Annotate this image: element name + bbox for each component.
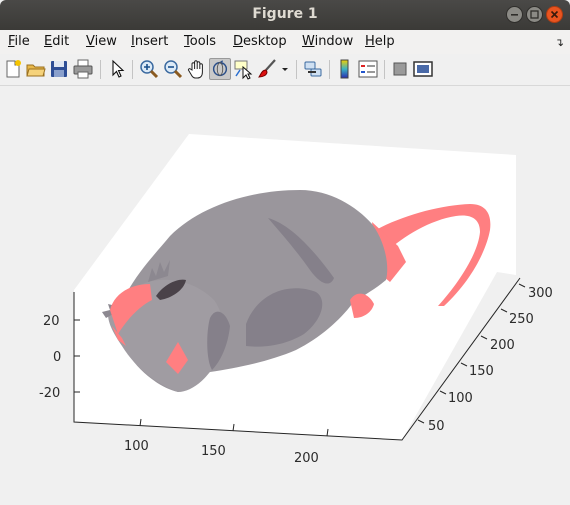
toolbar-separator xyxy=(329,60,330,79)
show-plot-tools-icon[interactable] xyxy=(412,58,434,80)
menu-insert[interactable]: Insert xyxy=(131,34,168,49)
z-tick-label: 20 xyxy=(43,314,60,329)
legend-icon[interactable] xyxy=(357,58,379,80)
close-button[interactable] xyxy=(546,6,563,23)
data-cursor-icon[interactable] xyxy=(233,58,255,80)
menu-bar: File Edit View Insert Tools Desktop Wind… xyxy=(0,30,570,54)
toolbar-separator xyxy=(132,60,133,79)
window-title: Figure 1 xyxy=(252,6,318,22)
hide-plot-tools-icon[interactable] xyxy=(389,58,411,80)
open-file-icon[interactable] xyxy=(25,58,47,80)
menu-edit[interactable]: Edit xyxy=(44,34,69,49)
maximize-button[interactable] xyxy=(526,6,543,23)
menu-help[interactable]: Help xyxy=(365,34,395,49)
close-icon xyxy=(550,10,559,19)
toolbar-separator xyxy=(384,60,385,79)
figure-toolbar xyxy=(0,54,570,86)
x-tick-label: 200 xyxy=(294,451,319,466)
minimize-icon xyxy=(511,14,518,16)
z-tick-label: -20 xyxy=(39,386,60,401)
y-tick-label: 300 xyxy=(528,286,553,301)
pointer-icon[interactable] xyxy=(106,58,128,80)
toolbar-separator xyxy=(100,60,101,79)
y-tick-label: 50 xyxy=(428,419,445,434)
y-tick-label: 100 xyxy=(448,391,473,406)
print-icon[interactable] xyxy=(72,58,94,80)
x-tick-label: 100 xyxy=(124,439,149,454)
save-icon[interactable] xyxy=(48,58,70,80)
menu-tools[interactable]: Tools xyxy=(184,34,216,49)
z-tick-label: 0 xyxy=(53,350,61,365)
y-tick-label: 200 xyxy=(490,338,515,353)
menu-file[interactable]: File xyxy=(8,34,30,49)
y-tick-label: 250 xyxy=(509,312,534,327)
x-tick-label: 150 xyxy=(201,444,226,459)
pan-icon[interactable] xyxy=(186,58,208,80)
new-figure-icon[interactable] xyxy=(2,58,24,80)
dock-arrow-icon[interactable]: ↴ xyxy=(555,36,564,49)
figure-canvas[interactable]: 100 150 200 50 100 150 200 250 300 20 0 xyxy=(0,86,570,505)
menu-desktop[interactable]: Desktop xyxy=(233,34,287,49)
maximize-icon xyxy=(530,10,539,19)
brush-dropdown-icon[interactable] xyxy=(279,58,291,80)
rotate-3d-icon[interactable] xyxy=(209,58,231,80)
menu-window[interactable]: Window xyxy=(302,34,353,49)
title-bar[interactable]: Figure 1 xyxy=(0,0,570,30)
minimize-button[interactable] xyxy=(506,6,523,23)
link-plot-icon[interactable] xyxy=(302,58,324,80)
menu-view[interactable]: View xyxy=(86,34,117,49)
colorbar-icon[interactable] xyxy=(334,58,356,80)
y-tick-label: 150 xyxy=(469,364,494,379)
toolbar-separator xyxy=(296,60,297,79)
brush-icon[interactable] xyxy=(257,58,279,80)
zoom-out-icon[interactable] xyxy=(162,58,184,80)
zoom-in-icon[interactable] xyxy=(138,58,160,80)
figure-window: Figure 1 File Edit View Insert Tools Des… xyxy=(0,0,570,505)
